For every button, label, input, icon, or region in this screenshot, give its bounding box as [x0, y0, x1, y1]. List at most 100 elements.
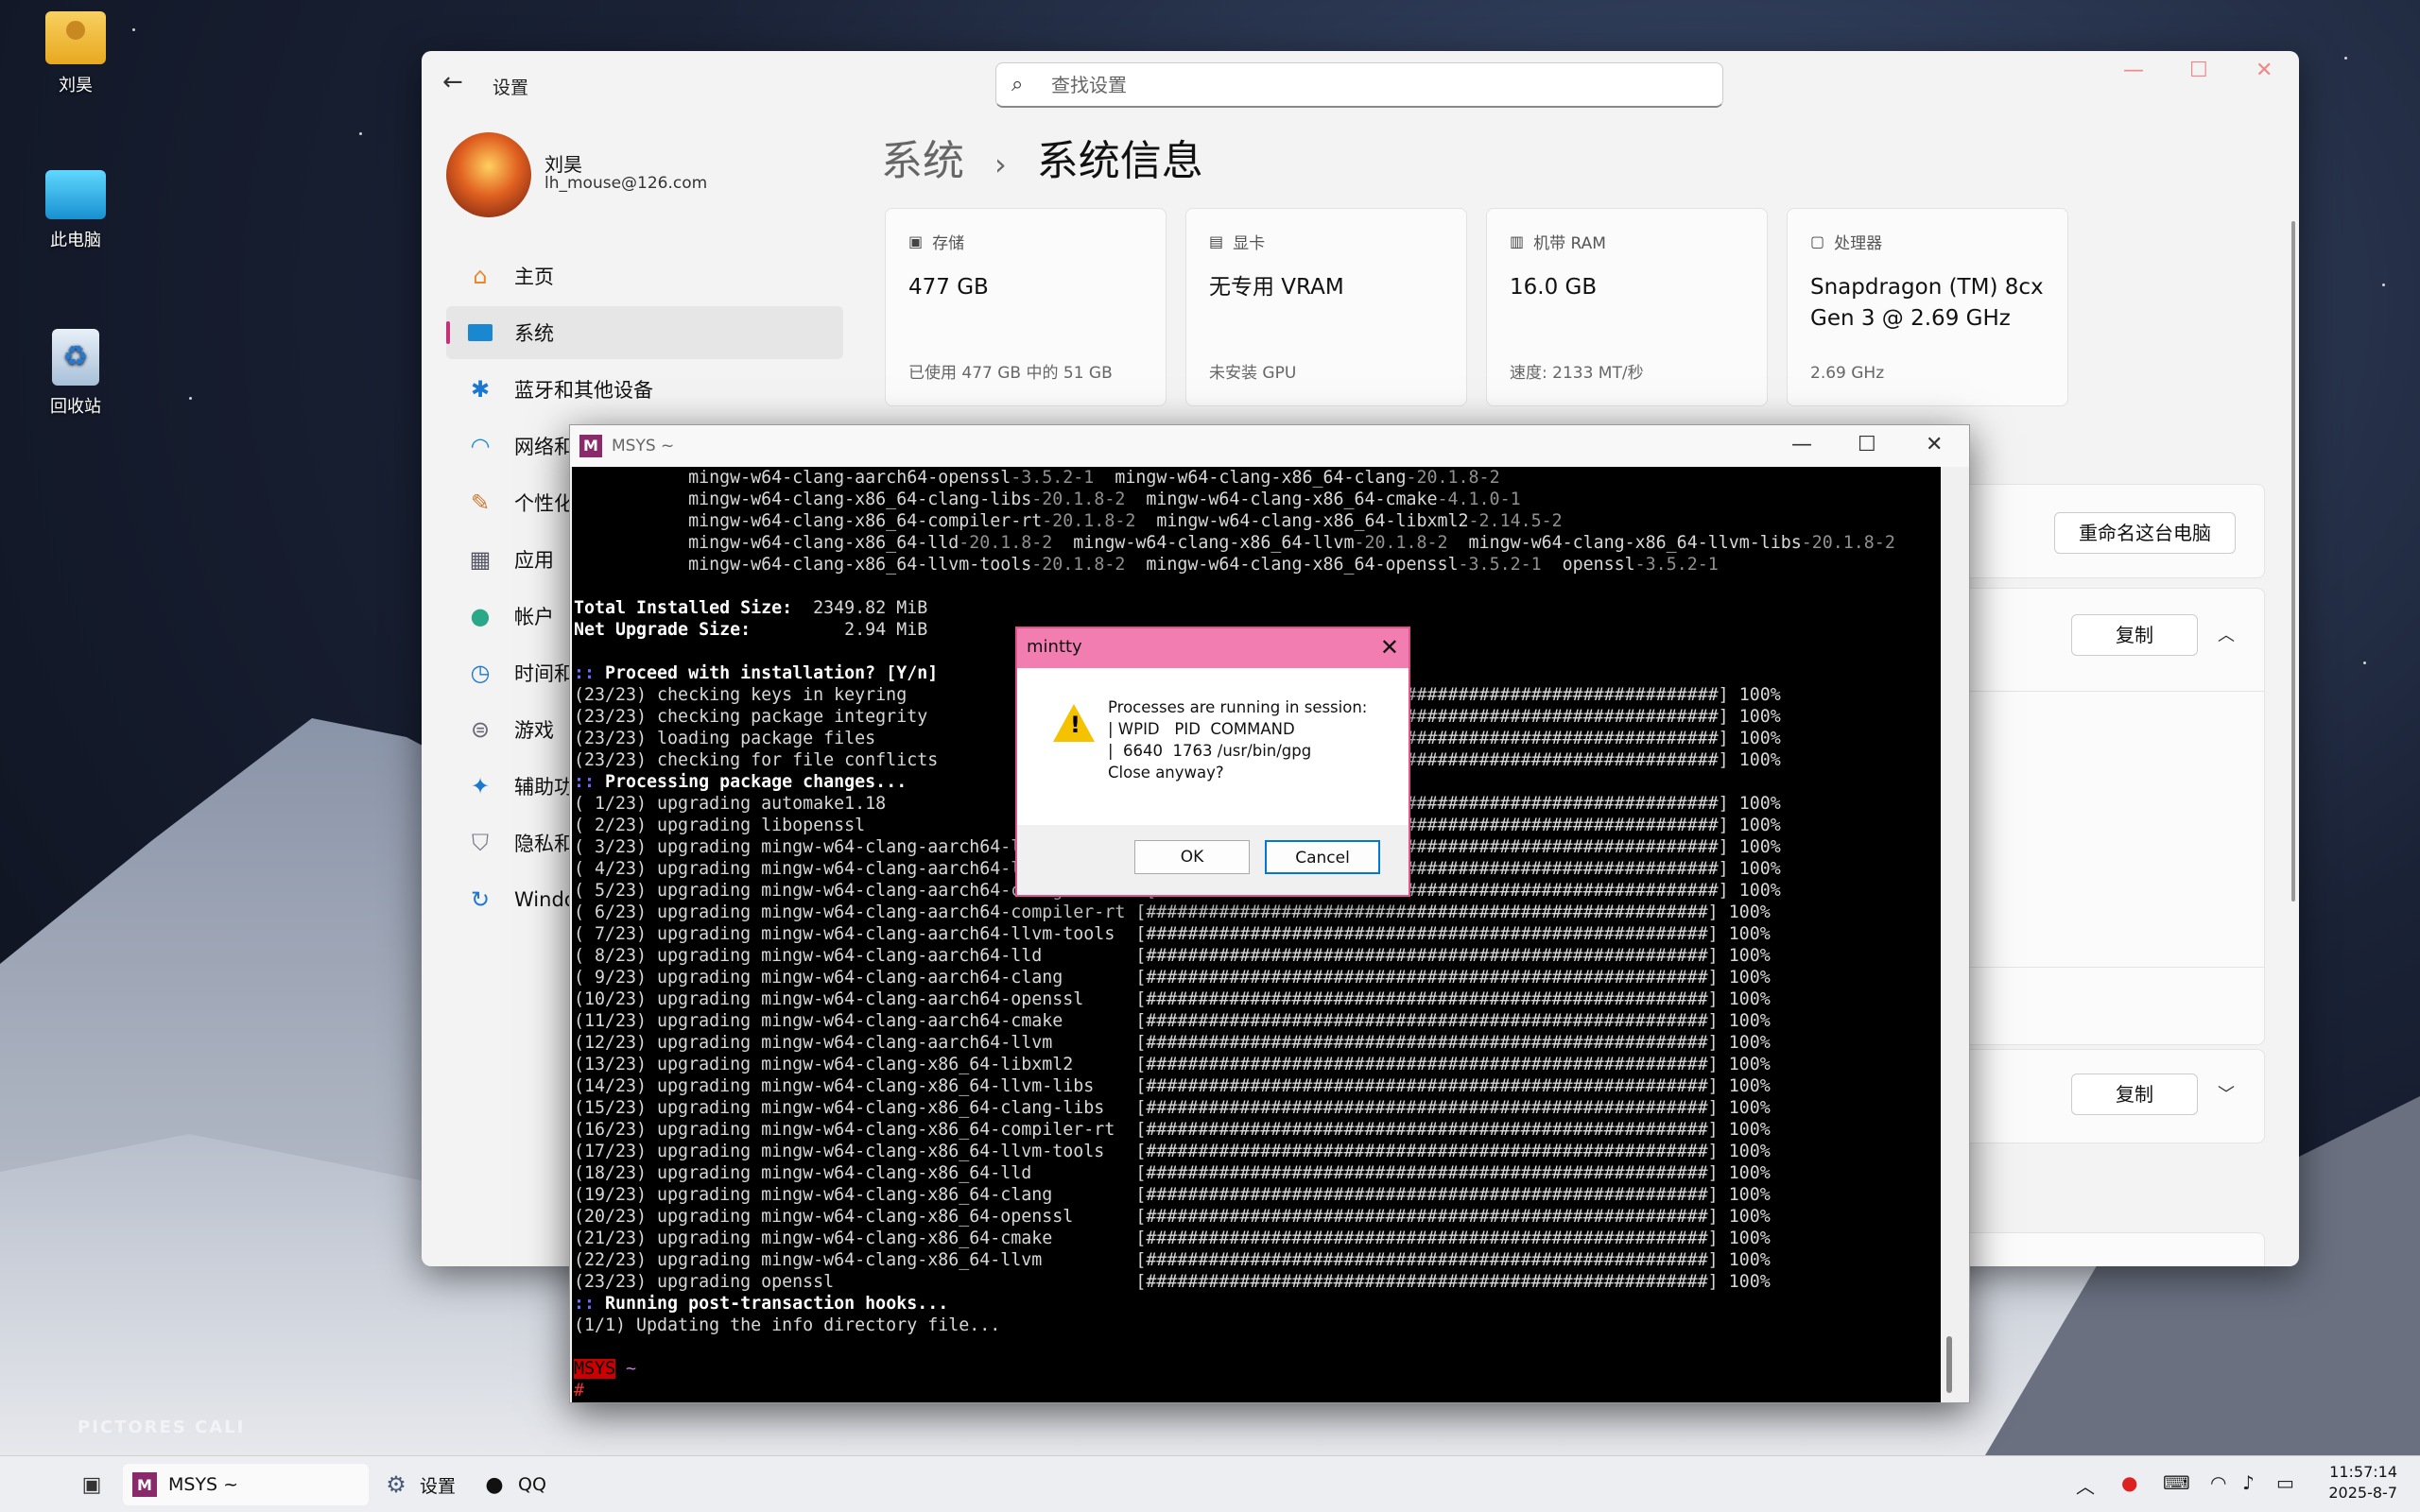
search-placeholder: 查找设置: [1051, 74, 1127, 96]
sidebar-item-label: 网络和: [514, 436, 574, 458]
terminal-text: -20.1.8-2: [1042, 511, 1136, 531]
terminal-text: mingw-w64-clang-x86_64-cmake: [1125, 490, 1438, 509]
search-input[interactable]: ⌕ 查找设置: [995, 62, 1723, 108]
terminal-line: mingw-w64-clang-x86_64-clang-libs-20.1.8…: [574, 489, 1948, 510]
watermark: PICTORES CALI: [78, 1418, 246, 1437]
terminal-text: Proceed with installation? [Y/n]: [595, 663, 939, 683]
terminal-text: #: [574, 1381, 585, 1400]
terminal-text: -20.1.8-2: [1801, 533, 1895, 553]
minimize-button[interactable]: —: [1791, 433, 1812, 456]
msys-icon: M: [132, 1472, 157, 1497]
desktop-icon-this-pc[interactable]: 此电脑: [28, 170, 123, 251]
taskbar-item-label: QQ: [518, 1474, 546, 1495]
task-view-button[interactable]: ▣: [79, 1464, 115, 1505]
user-folder-icon: [45, 11, 106, 64]
terminal-text: (14/23) upgrading mingw-w64-clang-x86_64…: [574, 1076, 1771, 1096]
dialog-title: mintty: [1027, 637, 1082, 657]
sidebar-item-home[interactable]: ⌂ 主页: [446, 249, 843, 302]
taskbar-item-label: MSYS ~: [168, 1474, 239, 1495]
spec-card-label: 显卡: [1233, 234, 1266, 253]
terminal-text: (15/23) upgrading mingw-w64-clang-x86_64…: [574, 1098, 1771, 1118]
terminal-output[interactable]: mingw-w64-clang-aarch64-openssl-3.5.2-1 …: [572, 467, 1948, 1402]
terminal-line: (1/1) Updating the info directory file..…: [574, 1314, 1948, 1336]
terminal-text: Net Upgrade Size:: [574, 620, 845, 640]
taskbar: ▣ M MSYS ~ ⚙ 设置 ● QQ ︿ ● ⌨ ◠ ♪ ▭ 11:57:14 2…: [0, 1455, 2420, 1512]
back-arrow-icon[interactable]: ←: [442, 68, 463, 96]
sidebar-item-label: 时间和: [514, 662, 574, 685]
terminal-line: (17/23) upgrading mingw-w64-clang-x86_64…: [574, 1141, 1948, 1162]
terminal-text: (19/23) upgrading mingw-w64-clang-x86_64…: [574, 1185, 1771, 1205]
chevron-down-icon[interactable]: ﹀: [2218, 1081, 2235, 1106]
qq-tray-icon[interactable]: ●: [2121, 1471, 2137, 1494]
terminal-text: (20/23) upgrading mingw-w64-clang-x86_64…: [574, 1207, 1771, 1227]
close-icon[interactable]: ✕: [1380, 628, 1399, 666]
task-view-icon: ▣: [81, 1472, 102, 1497]
start-button[interactable]: [26, 1464, 60, 1505]
clock[interactable]: 11:57:14 2025-8-7: [2328, 1462, 2397, 1503]
apps-icon: ▦: [469, 546, 492, 573]
scrollbar-thumb[interactable]: [1946, 1336, 1952, 1393]
terminal-text: ::: [574, 1294, 596, 1314]
terminal-text: mingw-w64-clang-x86_64-clang: [1094, 468, 1407, 488]
taskbar-item-qq[interactable]: ● QQ: [482, 1464, 546, 1505]
terminal-line: #: [574, 1380, 1948, 1401]
copy-specs-button[interactable]: 复制: [2071, 614, 2198, 656]
keyboard-icon[interactable]: ⌨: [2163, 1471, 2190, 1494]
terminal-line: mingw-w64-clang-x86_64-llvm-tools-20.1.8…: [574, 554, 1948, 576]
terminal-line: (22/23) upgrading mingw-w64-clang-x86_64…: [574, 1249, 1948, 1271]
copy-windows-specs-button[interactable]: 复制: [2071, 1074, 2198, 1115]
terminal-line: ( 7/23) upgrading mingw-w64-clang-aarch6…: [574, 923, 1948, 945]
terminal-text: ( 7/23) upgrading mingw-w64-clang-aarch6…: [574, 924, 1771, 944]
volume-icon[interactable]: ♪: [2242, 1471, 2255, 1494]
close-button[interactable]: ✕: [2256, 59, 2273, 82]
breadcrumb-parent[interactable]: 系统: [881, 137, 964, 185]
update-icon: ↻: [470, 886, 491, 913]
terminal-text: -20.1.8-2: [959, 533, 1053, 553]
terminal-titlebar[interactable]: M MSYS ~ — ☐ ✕: [570, 425, 1969, 467]
dialog-body: ! Processes are running in session: | WP…: [1017, 668, 1409, 825]
rename-pc-button[interactable]: 重命名这台电脑: [2054, 512, 2236, 554]
terminal-text: -3.5.2-1: [1011, 468, 1095, 488]
terminal-text: -20.1.8-2: [1406, 468, 1500, 488]
terminal-line: (21/23) upgrading mingw-w64-clang-x86_64…: [574, 1228, 1948, 1249]
dialog-message: Processes are running in session: | WPID…: [1108, 698, 1368, 782]
computer-icon: [45, 170, 106, 219]
desktop-icon-user-folder[interactable]: 刘昊: [28, 11, 123, 96]
maximize-button[interactable]: ☐: [1858, 433, 1876, 456]
scrollbar[interactable]: [2291, 221, 2295, 902]
terminal-line: (18/23) upgrading mingw-w64-clang-x86_64…: [574, 1162, 1948, 1184]
close-button[interactable]: ✕: [1926, 433, 1943, 456]
sidebar-item-label: 蓝牙和其他设备: [514, 379, 653, 402]
mintty-window[interactable]: M MSYS ~ — ☐ ✕ mingw-w64-clang-aarch64-o…: [569, 424, 1970, 1403]
sidebar-item-system[interactable]: 系统: [446, 306, 843, 359]
desktop-icon-recycle-bin[interactable]: ♻ 回收站: [28, 329, 123, 418]
taskbar-item-settings[interactable]: ⚙ 设置: [384, 1464, 456, 1505]
chevron-up-icon[interactable]: ︿: [2076, 1471, 2095, 1499]
close-confirm-dialog[interactable]: mintty ✕ ! Processes are running in sess…: [1015, 627, 1410, 897]
terminal-line: (10/23) upgrading mingw-w64-clang-aarch6…: [574, 988, 1948, 1010]
cancel-button[interactable]: Cancel: [1265, 840, 1380, 874]
sidebar-item-bluetooth[interactable]: ✱ 蓝牙和其他设备: [446, 363, 843, 416]
terminal-text: (18/23) upgrading mingw-w64-clang-x86_64…: [574, 1163, 1771, 1183]
gamepad-icon: ⊜: [470, 716, 491, 743]
maximize-button[interactable]: ☐: [2189, 59, 2208, 82]
terminal-scrollbar[interactable]: [1941, 467, 1960, 1402]
bluetooth-icon: ✱: [470, 376, 491, 403]
spec-card-value: Snapdragon (TM) 8cx Gen 3 @ 2.69 GHz: [1810, 275, 2044, 331]
battery-icon[interactable]: ▭: [2276, 1471, 2294, 1494]
taskbar-item-msys[interactable]: M MSYS ~: [123, 1464, 369, 1505]
terminal-text: (11/23) upgrading mingw-w64-clang-aarch6…: [574, 1011, 1771, 1031]
terminal-text: mingw-w64-clang-aarch64-openssl: [574, 468, 1011, 488]
sidebar-item-label: 隐私和: [514, 833, 574, 855]
terminal-text: 2.94 MiB: [844, 620, 928, 640]
chevron-up-icon[interactable]: ︿: [2218, 622, 2235, 646]
spec-card-ram: ▥ 机带 RAM 16.0 GB 速度: 2133 MT/秒: [1486, 208, 1768, 406]
ok-button[interactable]: OK: [1134, 840, 1250, 874]
minimize-button[interactable]: —: [2123, 59, 2144, 82]
spec-card-gpu: ▤ 显卡 无专用 VRAM 未安装 GPU: [1185, 208, 1467, 406]
terminal-line: (20/23) upgrading mingw-w64-clang-x86_64…: [574, 1206, 1948, 1228]
wifi-icon[interactable]: ◠: [2210, 1471, 2226, 1494]
terminal-text: (10/23) upgrading mingw-w64-clang-aarch6…: [574, 989, 1771, 1009]
user-profile[interactable]: 刘昊 lh_mouse@126.com: [446, 132, 707, 217]
